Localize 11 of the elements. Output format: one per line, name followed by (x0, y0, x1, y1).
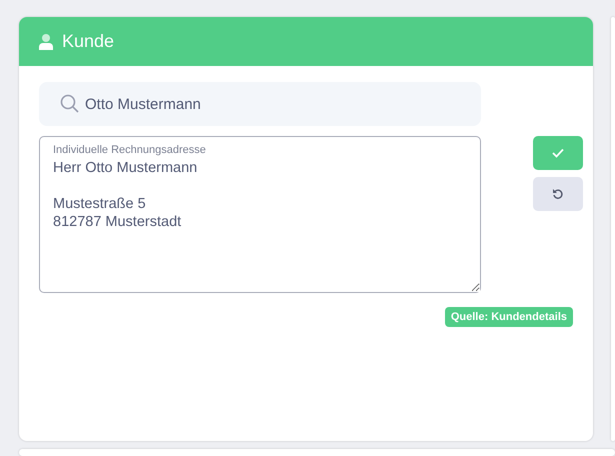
confirm-button[interactable] (533, 136, 583, 170)
card-title: Kunde (62, 31, 114, 52)
address-field[interactable]: Individuelle Rechnungsadresse Herr Otto Mustermann Mustestraße 5 812787 Musterstadt (39, 136, 481, 293)
search-icon (60, 94, 80, 114)
check-icon (552, 148, 564, 158)
undo-icon (552, 188, 564, 200)
field-label: Individuelle Rechnungsadresse (53, 144, 207, 156)
search-field[interactable]: Otto Mustermann (39, 82, 481, 126)
person-icon (38, 33, 54, 50)
source-badge: Quelle: Kundendetails (444, 307, 573, 327)
reset-button[interactable] (533, 177, 583, 211)
